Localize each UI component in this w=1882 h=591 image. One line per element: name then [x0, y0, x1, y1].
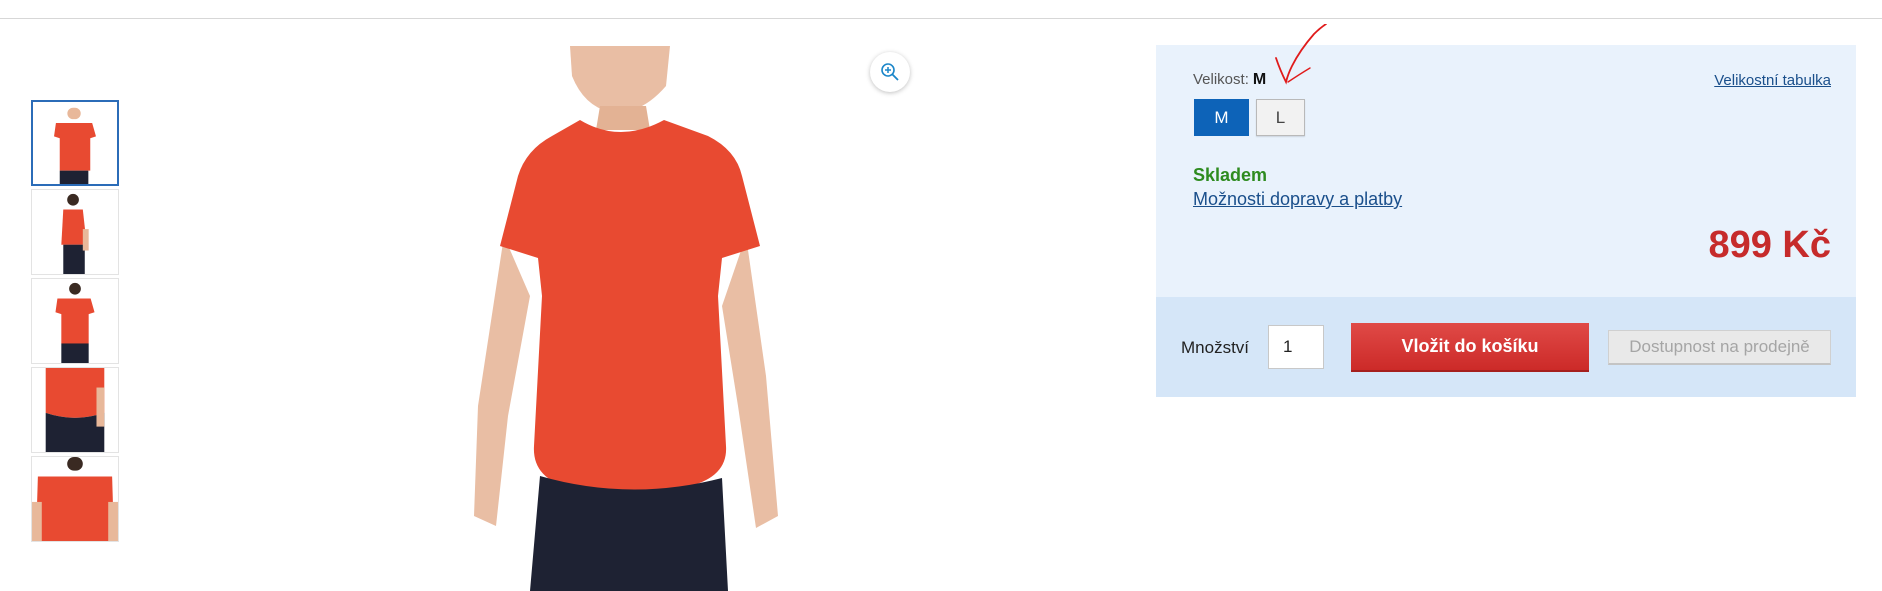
product-shirt-illustration	[474, 46, 778, 591]
size-label: Velikost:	[1193, 71, 1249, 88]
store-availability-button[interactable]: Dostupnost na prodejně	[1608, 330, 1831, 365]
zoom-in-icon	[881, 63, 899, 81]
size-option-m[interactable]: M	[1194, 99, 1249, 136]
add-to-cart-button[interactable]: Vložit do košíku	[1351, 323, 1589, 372]
checkmark-annotation-icon	[1275, 24, 1327, 85]
thumbnail-back-image	[55, 282, 95, 363]
thumbnail-back-upper[interactable]	[31, 456, 119, 542]
thumbnail-back-hem[interactable]	[31, 367, 119, 453]
quantity-label: Množství	[1181, 338, 1250, 357]
stock-status: Skladem	[1193, 165, 1268, 185]
main-product-image[interactable]	[460, 46, 820, 591]
thumbnail-side-image	[61, 193, 89, 274]
size-chart-link[interactable]: Velikostní tabulka	[1714, 72, 1831, 89]
size-option-l[interactable]: L	[1256, 99, 1305, 136]
thumbnail-front-image	[54, 107, 96, 184]
thumbnail-front[interactable]	[31, 100, 119, 186]
zoom-button[interactable]	[870, 52, 910, 92]
thumbnail-side[interactable]	[31, 189, 119, 275]
thumbnail-list	[31, 100, 121, 545]
shipping-options-link[interactable]: Možnosti dopravy a platby	[1193, 189, 1402, 210]
selected-size-value: M	[1252, 71, 1267, 88]
product-price: 899 Kč	[1708, 224, 1831, 266]
quantity-input[interactable]	[1268, 325, 1324, 369]
top-divider	[0, 18, 1882, 19]
thumbnail-back-upper-image	[32, 457, 118, 541]
thumbnail-back-hem-image	[45, 368, 105, 452]
thumbnail-back[interactable]	[31, 278, 119, 364]
size-selector-label: Velikost: M	[1193, 71, 1266, 89]
